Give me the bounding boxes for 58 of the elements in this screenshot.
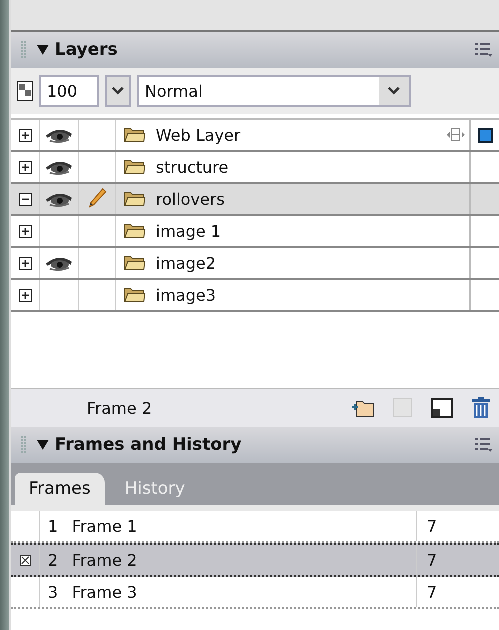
layer-row[interactable]: image3 <box>11 280 499 312</box>
trash-icon[interactable] <box>471 397 491 419</box>
frame-name: Frame 1 <box>72 516 138 536</box>
collapse-triangle-icon[interactable] <box>37 45 49 55</box>
disabled-layer-icon <box>393 398 413 418</box>
layer-name: image2 <box>156 254 218 272</box>
web-layer-icon <box>447 128 465 142</box>
gripper-icon[interactable] <box>21 436 27 454</box>
frame-name: Frame 3 <box>72 582 138 602</box>
folder-icon <box>124 255 146 271</box>
options-menu-icon[interactable] <box>475 437 493 453</box>
frame-name: Frame 2 <box>72 550 138 570</box>
frame-row[interactable]: 3 Frame 3 7 <box>11 577 499 609</box>
frame-number: 3 <box>48 582 58 602</box>
expand-toggle-icon[interactable] <box>18 192 32 206</box>
layer-name: structure <box>156 158 230 176</box>
frame-number: 1 <box>48 516 58 536</box>
layer-name: Web Layer <box>156 126 242 144</box>
opacity-dropdown[interactable] <box>105 75 131 107</box>
expand-toggle-icon[interactable] <box>18 224 32 238</box>
folder-icon <box>124 223 146 239</box>
frame-delay: 7 <box>427 582 438 602</box>
eye-icon[interactable] <box>45 127 73 143</box>
opacity-field[interactable]: 100 <box>39 75 99 107</box>
new-layer-icon[interactable] <box>431 398 453 418</box>
frame-delay: 7 <box>427 516 438 536</box>
layer-row[interactable]: image2 <box>11 248 499 280</box>
caret-icon <box>112 87 124 95</box>
frame-number: 2 <box>48 550 58 570</box>
folder-icon <box>124 127 146 143</box>
eye-icon[interactable] <box>45 159 73 175</box>
options-menu-icon[interactable] <box>475 42 493 58</box>
layer-row[interactable]: Web Layer <box>11 120 499 152</box>
color-swatch[interactable] <box>478 128 492 142</box>
expand-toggle-icon[interactable] <box>18 128 32 142</box>
layer-row[interactable]: rollovers <box>11 184 499 216</box>
collapse-triangle-icon[interactable] <box>37 440 49 450</box>
eye-icon[interactable] <box>45 191 73 207</box>
frame-row[interactable]: 2 Frame 2 7 <box>11 543 499 577</box>
layer-name: image3 <box>156 286 218 304</box>
expand-toggle-icon[interactable] <box>18 256 32 270</box>
current-frame-icon <box>20 554 30 566</box>
expand-toggle-icon[interactable] <box>18 288 32 302</box>
opacity-icon <box>17 81 33 101</box>
folder-icon <box>124 159 146 175</box>
layer-row[interactable]: image 1 <box>11 216 499 248</box>
expand-toggle-icon[interactable] <box>18 160 32 174</box>
eye-icon[interactable] <box>45 255 73 271</box>
tab[interactable]: Frames <box>15 473 105 505</box>
folder-icon <box>124 287 146 303</box>
caret-icon <box>388 87 400 95</box>
layer-name: image 1 <box>156 222 222 240</box>
folder-icon <box>124 191 146 207</box>
frame-delay: 7 <box>427 550 438 570</box>
blend-mode-dropdown[interactable]: Normal <box>137 75 411 107</box>
layer-name: rollovers <box>156 190 226 208</box>
gripper-icon[interactable] <box>21 41 27 59</box>
current-frame-label: Frame 2 <box>87 398 152 418</box>
